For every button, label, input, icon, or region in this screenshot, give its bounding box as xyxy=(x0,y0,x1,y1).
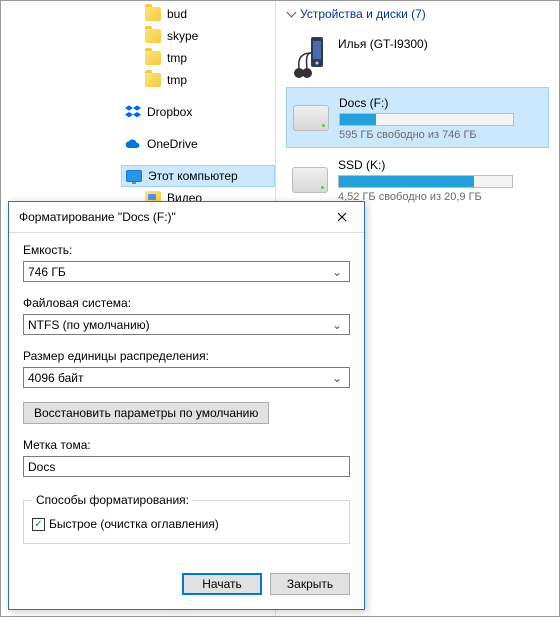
capacity-select[interactable]: 746 ГБ ⌄ xyxy=(23,261,350,282)
storage-bar xyxy=(339,113,514,126)
titlebar[interactable]: Форматирование "Docs (F:)" xyxy=(9,202,364,232)
quick-format-row[interactable]: ✓ Быстрое (очистка оглавления) xyxy=(32,517,341,531)
format-options-legend: Способы форматирования: xyxy=(32,493,193,507)
section-title: Устройства и диски (7) xyxy=(300,7,426,21)
nav-item-tmp2[interactable]: tmp xyxy=(141,69,275,91)
folder-icon xyxy=(145,51,161,65)
folder-icon xyxy=(145,29,161,43)
dialog-title: Форматирование "Docs (F:)" xyxy=(19,210,326,224)
device-subtext: 595 ГБ свободно из 746 ГБ xyxy=(339,129,544,141)
close-button[interactable] xyxy=(326,205,358,229)
device-name: Илья (GT-I9300) xyxy=(338,37,545,51)
volume-label-input[interactable] xyxy=(23,456,350,477)
nav-item-label: OneDrive xyxy=(147,137,198,151)
storage-bar xyxy=(338,175,513,188)
chevron-down-icon: ⌄ xyxy=(329,265,345,279)
restore-defaults-button[interactable]: Восстановить параметры по умолчанию xyxy=(23,402,269,424)
nav-item-tmp1[interactable]: tmp xyxy=(141,47,275,69)
capacity-label: Емкость: xyxy=(23,243,350,257)
hdd-icon xyxy=(290,156,330,200)
device-info: SSD (K:) 4,52 ГБ свободно из 20,9 ГБ xyxy=(338,156,545,203)
volume-label-label: Метка тома: xyxy=(23,438,350,452)
nav-item-label: tmp xyxy=(167,51,187,65)
capacity-value: 746 ГБ xyxy=(28,265,66,279)
nav-item-skype[interactable]: skype xyxy=(141,25,275,47)
quick-format-label: Быстрое (очистка оглавления) xyxy=(49,517,219,531)
dropbox-icon xyxy=(125,104,141,120)
alloc-value: 4096 байт xyxy=(28,371,84,385)
device-info: Docs (F:) 595 ГБ свободно из 746 ГБ xyxy=(339,94,544,141)
nav-item-label: Этот компьютер xyxy=(148,169,238,183)
onedrive-icon xyxy=(125,136,141,152)
format-options-fieldset: Способы форматирования: ✓ Быстрое (очист… xyxy=(23,493,350,544)
nav-item-label: Dropbox xyxy=(147,105,192,119)
start-button[interactable]: Начать xyxy=(182,573,262,595)
nav-item-label: bud xyxy=(167,7,187,21)
chevron-down-icon: ⌄ xyxy=(329,371,345,385)
nav-item-onedrive[interactable]: OneDrive xyxy=(121,133,275,155)
monitor-icon xyxy=(126,170,142,182)
device-docs-drive[interactable]: Docs (F:) 595 ГБ свободно из 746 ГБ xyxy=(286,87,549,148)
filesystem-select[interactable]: NTFS (по умолчанию) ⌄ xyxy=(23,314,350,335)
chevron-down-icon: ⌄ xyxy=(329,318,345,332)
alloc-label: Размер единицы распределения: xyxy=(23,349,350,363)
chevron-down-icon xyxy=(286,9,296,19)
device-name: Docs (F:) xyxy=(339,96,544,110)
nav-item-dropbox[interactable]: Dropbox xyxy=(121,101,275,123)
dialog-body: Емкость: 746 ГБ ⌄ Файловая система: NTFS… xyxy=(9,232,364,554)
nav-item-label: skype xyxy=(167,29,198,43)
device-name: SSD (K:) xyxy=(338,158,545,172)
device-info: Илья (GT-I9300) xyxy=(338,35,545,54)
filesystem-value: NTFS (по умолчанию) xyxy=(28,318,150,332)
folder-icon xyxy=(145,7,161,21)
close-dialog-button[interactable]: Закрыть xyxy=(270,573,350,595)
filesystem-label: Файловая система: xyxy=(23,296,350,310)
hdd-icon xyxy=(291,94,331,138)
device-subtext: 4,52 ГБ свободно из 20,9 ГБ xyxy=(338,191,545,203)
format-dialog: Форматирование "Docs (F:)" Емкость: 746 … xyxy=(8,201,365,610)
devices-section-header[interactable]: Устройства и диски (7) xyxy=(286,7,549,21)
nav-item-this-pc[interactable]: Этот компьютер xyxy=(121,165,275,187)
device-phone[interactable]: Илья (GT-I9300) xyxy=(286,29,549,85)
alloc-select[interactable]: 4096 байт ⌄ xyxy=(23,367,350,388)
phone-icon xyxy=(290,35,330,79)
folder-icon xyxy=(145,73,161,87)
nav-item-bud[interactable]: bud xyxy=(141,3,275,25)
dialog-footer: Начать Закрыть xyxy=(168,573,364,609)
nav-item-label: tmp xyxy=(167,73,187,87)
quick-format-checkbox[interactable]: ✓ xyxy=(32,518,45,531)
close-icon xyxy=(337,212,347,222)
